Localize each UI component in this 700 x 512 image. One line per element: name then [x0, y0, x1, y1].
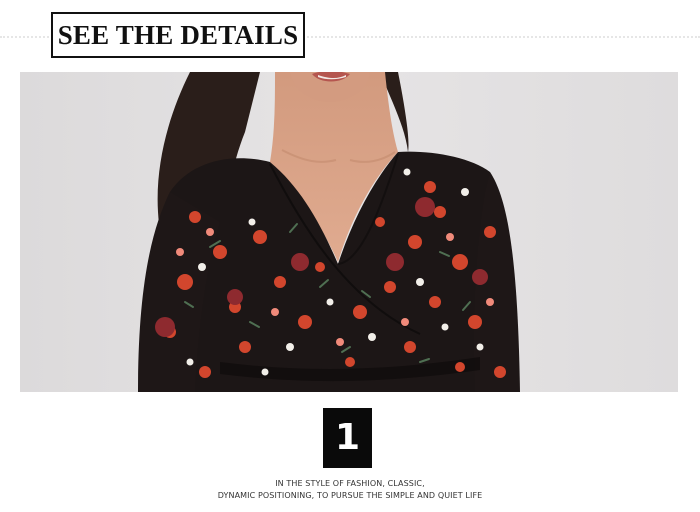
caption-line-1: IN THE STYLE OF FASHION, CLASSIC,: [275, 479, 425, 488]
section-header-box: SEE THE DETAILS: [51, 12, 305, 58]
step-number-badge: 1: [323, 408, 372, 468]
section-title: SEE THE DETAILS: [57, 19, 299, 50]
product-photo-illustration: [20, 72, 678, 392]
step-number: 1: [334, 417, 361, 458]
detail-caption: IN THE STYLE OF FASHION, CLASSIC, DYNAMI…: [0, 478, 700, 502]
caption-line-2: DYNAMIC POSITIONING, TO PURSUE THE SIMPL…: [217, 491, 483, 500]
product-photo: [20, 72, 678, 392]
product-detail-section: SEE THE DETAILS 1 IN THE STYLE OF FASHIO…: [0, 0, 700, 512]
